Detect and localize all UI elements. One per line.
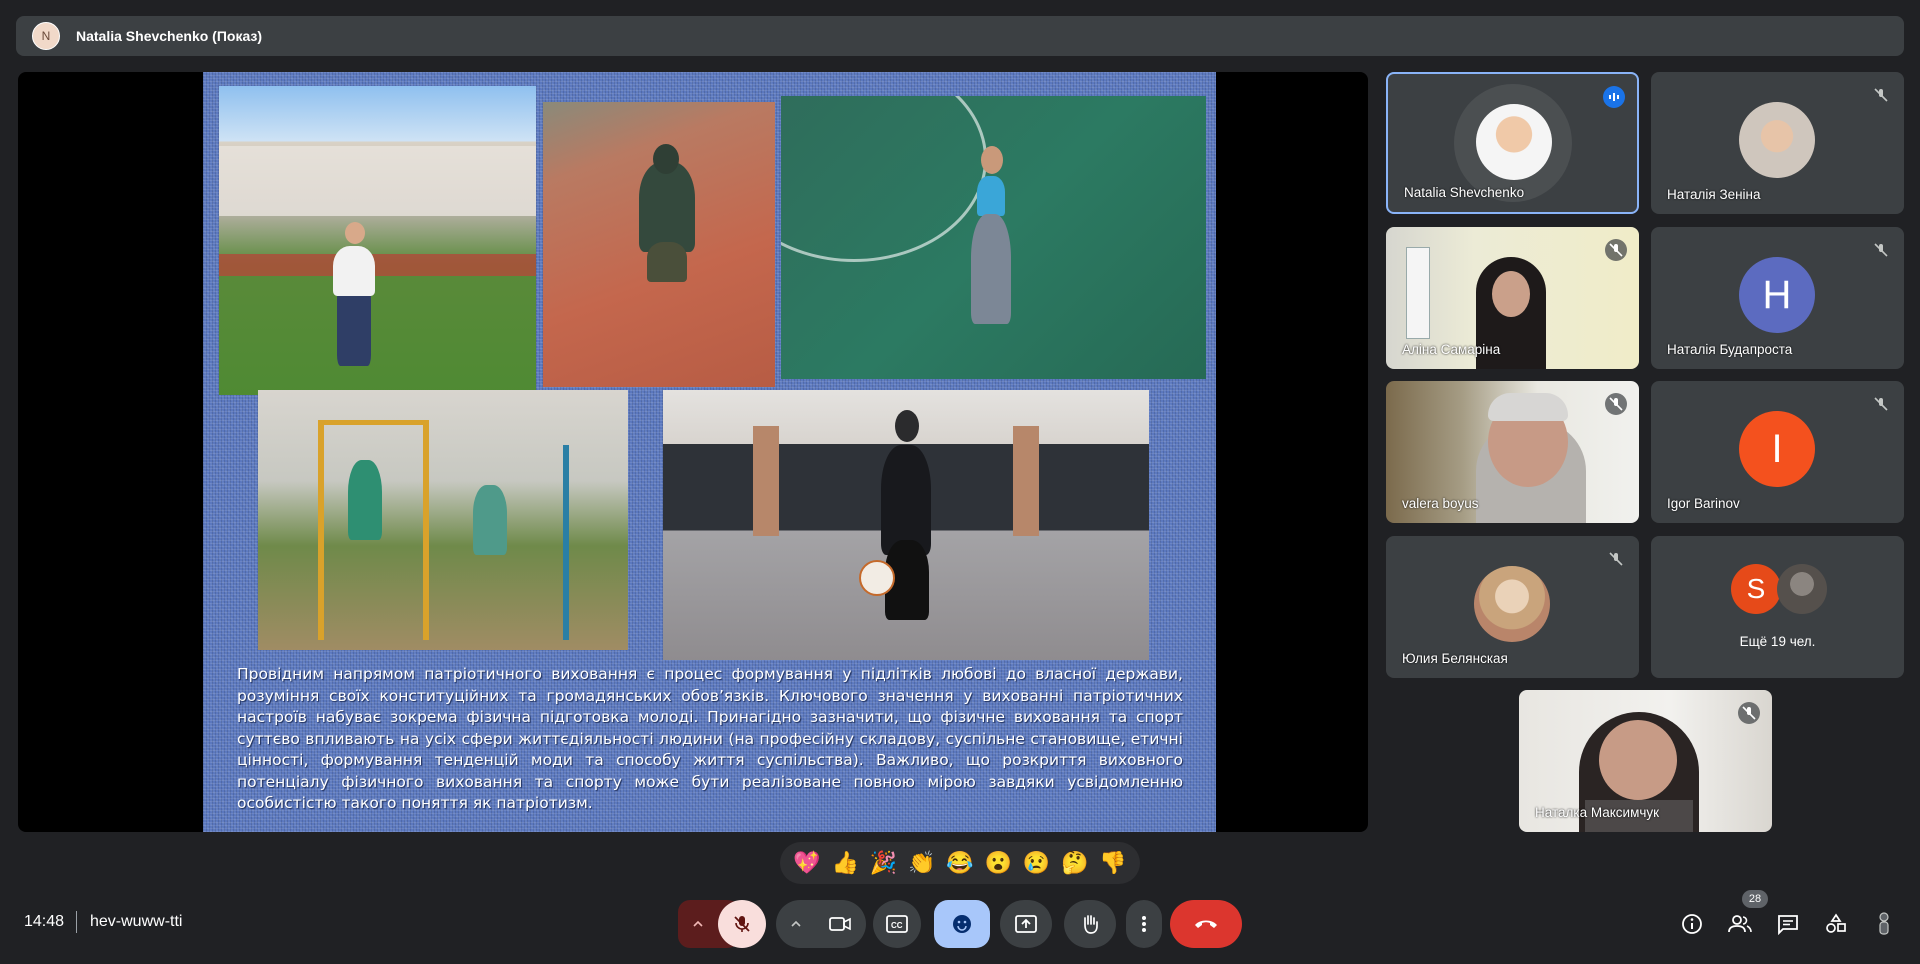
avatar	[1739, 102, 1815, 178]
people-count-badge: 28	[1742, 890, 1768, 908]
mic-off-icon	[1605, 239, 1627, 261]
participant-tile-natalia-zenina[interactable]: Наталія Зеніна	[1651, 72, 1904, 214]
participant-name: Igor Barinov	[1667, 496, 1740, 511]
present-now-button[interactable]	[1000, 900, 1052, 948]
slide-photo-jump-rope-woman	[781, 96, 1206, 379]
mic-off-icon	[1605, 548, 1627, 570]
slide-photo-pull-up-bars	[258, 390, 628, 650]
leave-call-button[interactable]	[1170, 900, 1242, 948]
chevron-up-icon	[693, 920, 703, 927]
mic-off-icon	[1870, 84, 1892, 106]
presenter-label: Natalia Shevchenko (Показ)	[76, 28, 263, 44]
emoji-icon	[953, 915, 971, 933]
people-button[interactable]: 28	[1720, 890, 1768, 944]
activities-icon	[1826, 913, 1846, 933]
participant-name: Наталка Максимчук	[1535, 805, 1660, 820]
chat-button[interactable]	[1768, 904, 1808, 944]
chevron-up-icon	[791, 920, 801, 927]
avatar-photo	[1777, 564, 1827, 614]
reaction-thinking[interactable]: 🤔	[1061, 850, 1088, 876]
slide-photo-soccer-field	[219, 86, 536, 395]
meeting-details-button[interactable]	[1672, 904, 1712, 944]
participant-tile-alina-samarina[interactable]: Аліна Самаріна	[1386, 227, 1639, 369]
activities-button[interactable]	[1816, 904, 1856, 944]
slide-paragraph: Провідним напрямом патріотичного вихован…	[237, 665, 1183, 812]
reaction-thumbs-up[interactable]: 👍	[832, 850, 859, 876]
slide-photo-jump-rope-man	[543, 102, 775, 387]
participant-name: Аліна Самаріна	[1402, 342, 1501, 357]
slide: Провідним напрямом патріотичного вихован…	[203, 72, 1216, 832]
participant-tile-igor-barinov[interactable]: I Igor Barinov	[1651, 381, 1904, 523]
end-call-icon	[1195, 920, 1217, 928]
info-icon	[1682, 914, 1702, 934]
camera-icon	[829, 917, 851, 931]
avatar: Н	[1739, 257, 1815, 333]
avatar-s: S	[1731, 564, 1781, 614]
present-icon	[1015, 915, 1037, 933]
reaction-clap[interactable]: 👏	[908, 850, 935, 876]
participant-tile-natalka-maksymchuk[interactable]: Наталка Максимчук	[1519, 690, 1772, 832]
mic-off-icon	[1870, 393, 1892, 415]
avatar: I	[1739, 411, 1815, 487]
participant-name: Юлия Белянская	[1402, 651, 1508, 666]
reaction-laugh[interactable]: 😂	[946, 850, 973, 876]
raise-hand-button[interactable]	[1064, 900, 1116, 948]
participant-tile-more[interactable]: S Ещё 19 чел.	[1651, 536, 1904, 678]
people-icon	[1728, 915, 1752, 933]
meeting-time: 14:48	[24, 913, 65, 930]
participant-tile-valera-boyus[interactable]: valera boyus	[1386, 381, 1639, 523]
reaction-thumbs-down[interactable]: 👎	[1099, 850, 1126, 876]
hand-icon	[1084, 915, 1098, 934]
presenter-bar: N Natalia Shevchenko (Показ)	[16, 16, 1904, 56]
reaction-surprised[interactable]: 😮	[985, 850, 1012, 876]
captions-button[interactable]: CC	[873, 900, 921, 948]
presentation-stage: Провідним напрямом патріотичного вихован…	[18, 72, 1368, 832]
lock-person-icon	[1879, 912, 1889, 935]
speaking-indicator-icon	[1603, 86, 1625, 108]
presenter-avatar: N	[32, 22, 60, 50]
more-icon	[1142, 916, 1146, 932]
participant-name: Natalia Shevchenko	[1404, 185, 1525, 200]
host-controls-button[interactable]	[1864, 904, 1904, 944]
mic-off-icon	[1870, 239, 1892, 261]
reaction-party[interactable]: 🎉	[870, 850, 897, 876]
mic-off-icon	[1605, 393, 1627, 415]
reactions-bar: 💖 👍 🎉 👏 😂 😮 😢 🤔 👎	[780, 842, 1140, 884]
participant-tile-yulia-belyanskaya[interactable]: Юлия Белянская	[1386, 536, 1639, 678]
mic-off-icon	[734, 916, 750, 932]
reaction-sad[interactable]: 😢	[1023, 850, 1050, 876]
more-participants-label: Ещё 19 чел.	[1739, 634, 1816, 649]
more-options-button[interactable]	[1126, 900, 1162, 948]
mic-off-icon	[1738, 702, 1760, 724]
participant-name: valera boyus	[1402, 496, 1479, 511]
meeting-code[interactable]: hev-wuww-tti	[90, 913, 182, 931]
avatar	[1474, 566, 1550, 642]
divider	[76, 911, 77, 933]
mic-toggle-button[interactable]	[718, 900, 766, 948]
avatar	[1476, 104, 1552, 180]
participant-name: Наталія Будапроста	[1667, 342, 1793, 357]
reaction-heart[interactable]: 💖	[793, 850, 820, 876]
slide-photo-ball-juggling	[663, 390, 1149, 660]
participant-tile-natalia-budaprosta[interactable]: Н Наталія Будапроста	[1651, 227, 1904, 369]
camera-toggle-button[interactable]	[816, 900, 864, 948]
chat-icon	[1778, 915, 1798, 935]
participant-tile-natalia-shevchenko[interactable]: Natalia Shevchenko	[1386, 72, 1639, 214]
captions-icon: CC	[886, 915, 908, 933]
participant-name: Наталія Зеніна	[1667, 187, 1761, 202]
svg-text:CC: CC	[891, 921, 903, 930]
emoji-reactions-button[interactable]	[934, 900, 990, 948]
